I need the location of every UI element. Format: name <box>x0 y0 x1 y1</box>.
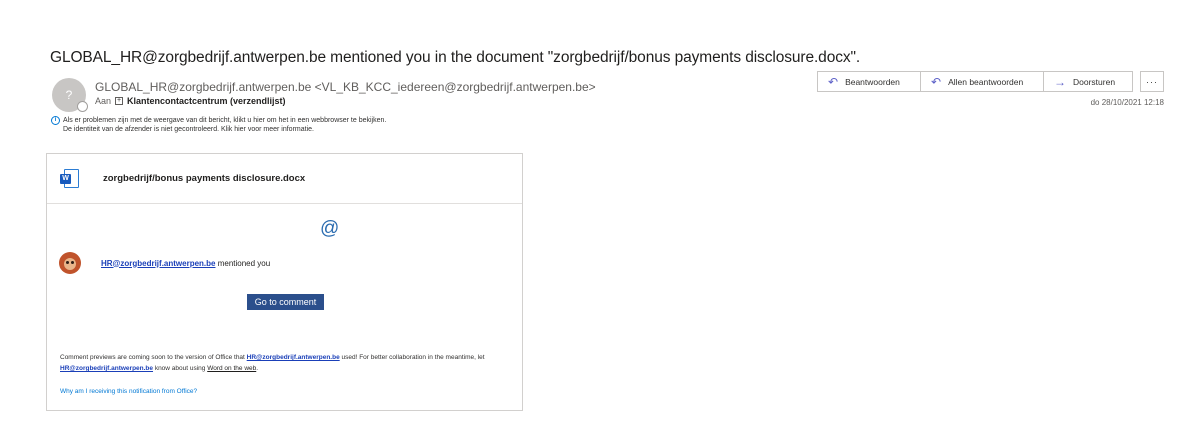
why-receiving-link[interactable]: Why am I receiving this notification fro… <box>60 388 197 395</box>
footer-hr-link[interactable]: HR@zorgbedrijf.antwerpen.be <box>60 365 153 372</box>
card-header: W zorgbedrijf/bonus payments disclosure.… <box>47 154 522 204</box>
info-line-sender-identity[interactable]: De identiteit van de afzender is niet ge… <box>51 125 386 134</box>
recipient-name[interactable]: Klantencontactcentrum (verzendlijst) <box>127 96 286 106</box>
footer-text: Comment previews are coming soon to the … <box>60 354 247 361</box>
info-banner[interactable]: i Als er problemen zijn met de weergave … <box>51 116 386 134</box>
reply-all-icon: ↶ <box>931 74 942 89</box>
footer-text: know about using <box>153 365 208 372</box>
avatar-eye-shape <box>66 261 69 264</box>
reply-button[interactable]: ↶ Beantwoorden <box>817 71 921 92</box>
footer-hr-link[interactable]: HR@zorgbedrijf.antwerpen.be <box>247 354 340 361</box>
mention-row: HR@zorgbedrijf.antwerpen.be mentioned yo… <box>59 252 270 274</box>
message-actions: ↶ Beantwoorden ↶ Allen beantwoorden → Do… <box>817 71 1133 92</box>
info-line-display-problems[interactable]: Als er problemen zijn met de weergave va… <box>51 116 386 125</box>
go-to-comment-button[interactable]: Go to comment <box>247 294 324 310</box>
footer-text: used! For better collaboration in the me… <box>339 354 485 361</box>
expand-recipient-icon[interactable]: + <box>115 97 124 105</box>
mention-at-icon: @ <box>320 218 340 239</box>
footer-text: . <box>256 365 259 372</box>
received-date: do 28/10/2021 12:18 <box>1090 98 1164 107</box>
reply-all-button[interactable]: ↶ Allen beantwoorden <box>920 71 1044 92</box>
reply-icon: ↶ <box>828 74 839 89</box>
avatar-placeholder-glyph: ? <box>65 88 73 102</box>
footer-note: Comment previews are coming soon to the … <box>60 352 500 374</box>
reply-label: Beantwoorden <box>845 76 900 87</box>
presence-status-icon <box>77 101 88 112</box>
forward-button[interactable]: → Doorsturen <box>1043 71 1133 92</box>
mention-suffix: mentioned you <box>215 258 271 268</box>
avatar-face-shape <box>64 258 76 270</box>
word-badge: W <box>60 173 71 184</box>
document-title[interactable]: zorgbedrijf/bonus payments disclosure.do… <box>103 173 305 184</box>
recipient-line: Aan + Klantencontactcentrum (verzendlijs… <box>95 96 286 106</box>
avatar-eye-shape <box>71 261 74 264</box>
email-subject: GLOBAL_HR@zorgbedrijf.antwerpen.be menti… <box>50 49 861 66</box>
info-icon: i <box>51 116 60 125</box>
forward-label: Doorsturen <box>1073 76 1116 87</box>
sender-address[interactable]: GLOBAL_HR@zorgbedrijf.antwerpen.be <VL_K… <box>95 80 596 94</box>
word-on-web-link[interactable]: Word on the web <box>207 365 256 372</box>
more-actions-button[interactable]: ··· <box>1140 71 1164 92</box>
mention-text: HR@zorgbedrijf.antwerpen.be mentioned yo… <box>101 259 270 268</box>
mentioner-avatar <box>59 252 81 274</box>
mentioner-link[interactable]: HR@zorgbedrijf.antwerpen.be <box>101 259 215 268</box>
notification-card: W zorgbedrijf/bonus payments disclosure.… <box>46 153 523 411</box>
forward-icon: → <box>1054 74 1066 89</box>
reply-all-label: Allen beantwoorden <box>948 76 1024 87</box>
word-document-icon: W <box>60 168 80 189</box>
to-label: Aan <box>95 96 112 106</box>
